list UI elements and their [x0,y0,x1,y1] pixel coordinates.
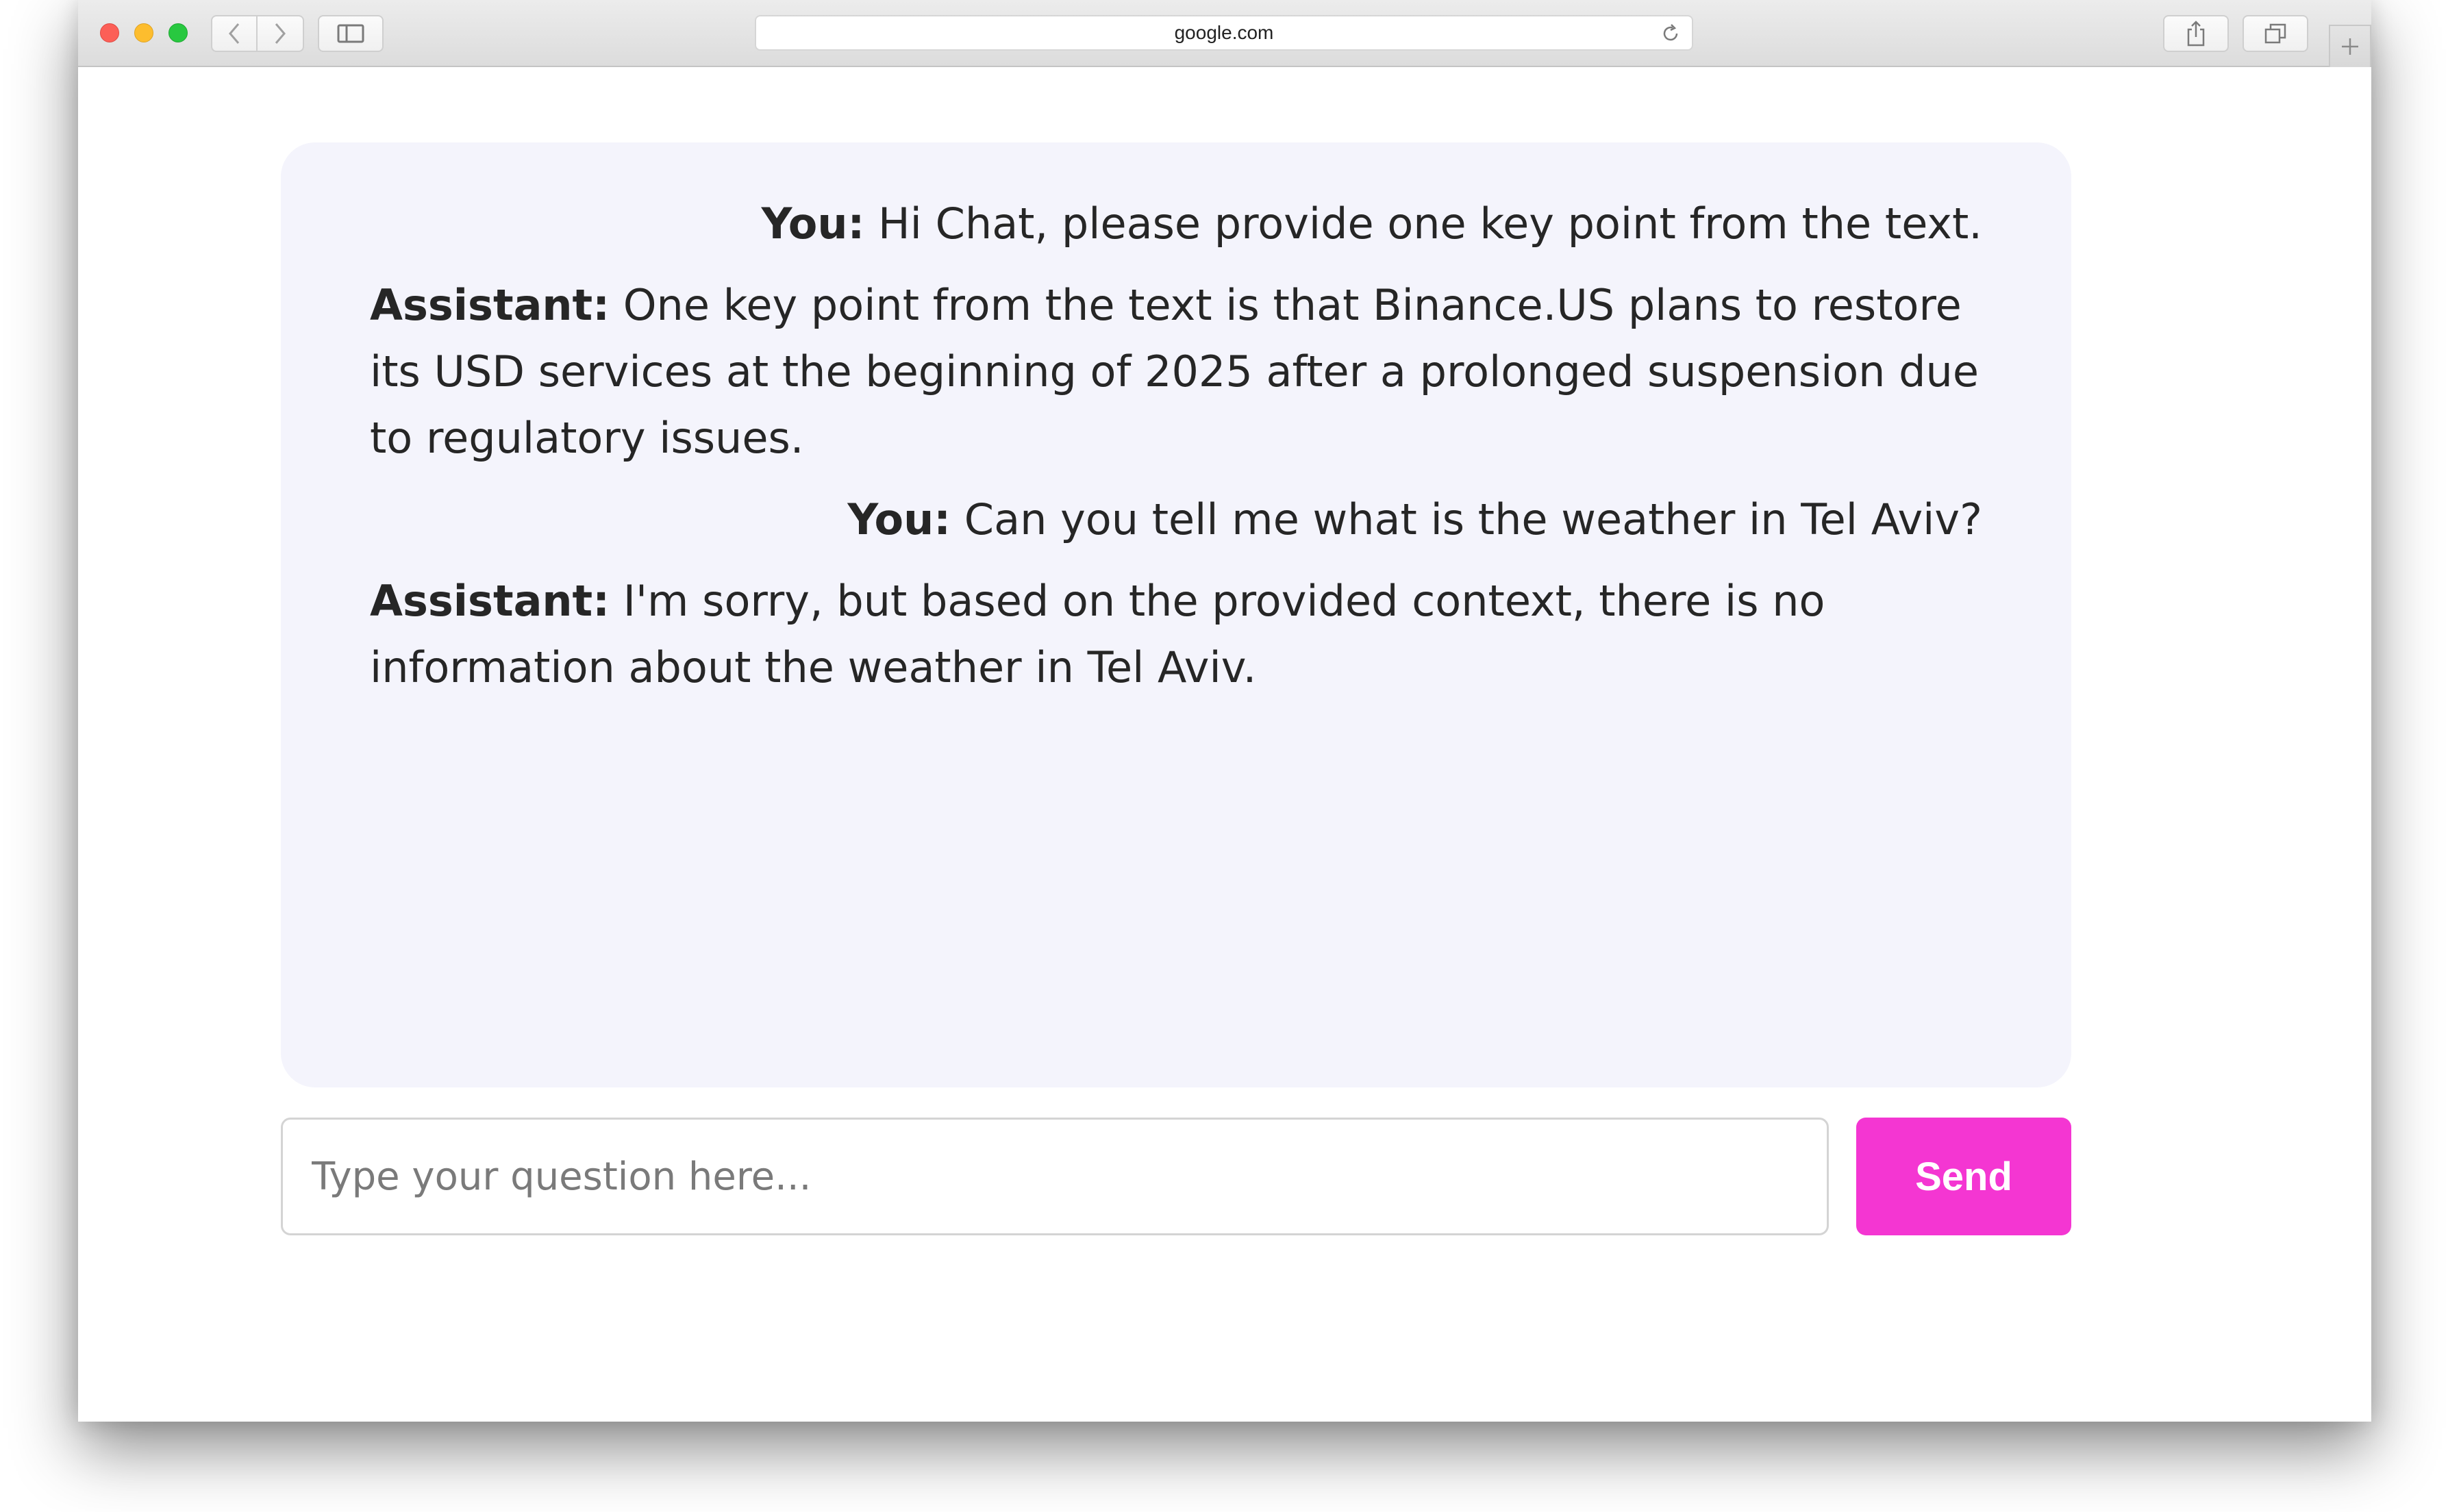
reload-icon[interactable] [1660,23,1681,44]
forward-button[interactable] [258,15,304,52]
share-button[interactable] [2163,15,2229,52]
chevron-right-icon [275,23,286,44]
browser-toolbar: google.com [78,0,2371,67]
speaker-label: Assistant: [370,280,610,330]
sidebar-icon [337,24,364,43]
speaker-label: Assistant: [370,576,610,626]
assistant-message: Assistant: One key point from the text i… [370,272,1982,471]
share-icon [2187,21,2205,47]
sidebar-toggle-button[interactable] [318,15,384,52]
assistant-message: Assistant: I'm sorry, but based on the p… [370,568,1982,701]
message-text: Hi Chat, please provide one key point fr… [878,199,1982,249]
back-button[interactable] [211,15,258,52]
speaker-label: You: [847,494,951,544]
chevron-left-icon [229,23,240,44]
close-window-button[interactable] [100,23,119,42]
zoom-window-button[interactable] [168,23,188,42]
new-tab-button[interactable] [2329,25,2371,67]
browser-window: google.com You: Hi Chat, please provide … [78,0,2371,1422]
chat-history: You: Hi Chat, please provide one key poi… [281,142,2071,1087]
user-message: You: Hi Chat, please provide one key poi… [370,190,1982,257]
minimize-window-button[interactable] [134,23,153,42]
message-text: One key point from the text is that Bina… [370,280,1979,463]
user-message: You: Can you tell me what is the weather… [370,486,1982,553]
speaker-label: You: [761,199,865,249]
question-input[interactable] [281,1118,1829,1235]
tabs-icon [2264,23,2286,44]
send-button[interactable]: Send [1856,1118,2071,1235]
address-bar[interactable]: google.com [755,15,1693,51]
url-text: google.com [1174,22,1274,43]
show-tabs-button[interactable] [2243,15,2308,52]
message-text: Can you tell me what is the weather in T… [964,494,1982,544]
plus-icon [2342,38,2358,55]
